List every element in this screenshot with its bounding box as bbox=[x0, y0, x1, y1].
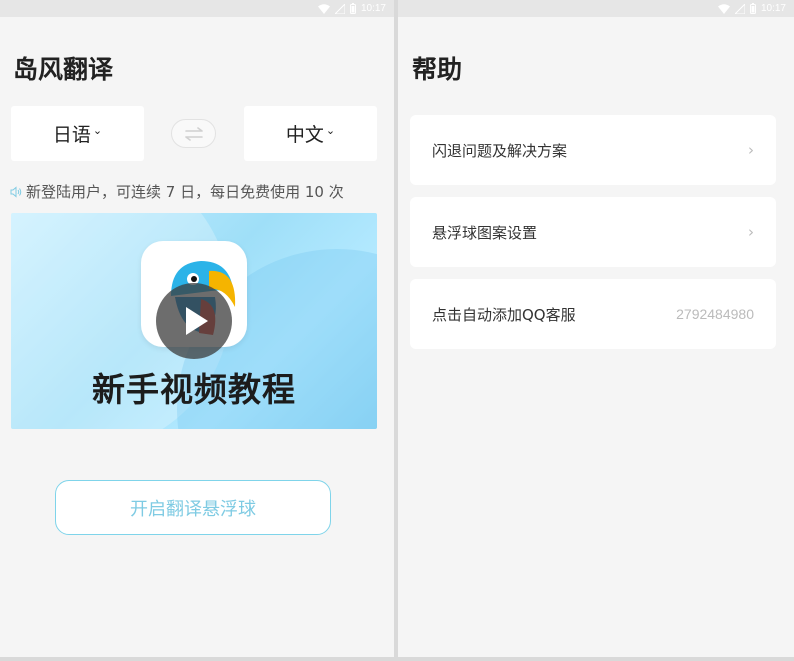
free-usage-notice: 新登陆用户，可连续 7 日，每日免费使用 10 次 bbox=[10, 181, 344, 202]
bottom-edge bbox=[0, 657, 794, 661]
help-screen: 10:17 帮助 闪退问题及解决方案 › 悬浮球图案设置 › 点击自动添加QQ客… bbox=[398, 0, 794, 657]
target-language-select[interactable]: 中文 ⌄ bbox=[244, 106, 377, 161]
page-title: 岛风翻译 bbox=[13, 55, 114, 84]
battery-icon bbox=[749, 3, 756, 14]
source-language-select[interactable]: 日语 ⌄ bbox=[11, 106, 144, 161]
help-item-label: 闪退问题及解决方案 bbox=[432, 141, 568, 160]
chevron-right-icon: › bbox=[748, 141, 754, 159]
enable-float-ball-button[interactable]: 开启翻译悬浮球 bbox=[55, 480, 331, 535]
qq-number: 2792484980 bbox=[676, 306, 754, 322]
battery-icon bbox=[349, 3, 356, 14]
notice-text: 新登陆用户，可连续 7 日，每日免费使用 10 次 bbox=[26, 183, 344, 201]
chevron-right-icon: › bbox=[748, 223, 754, 241]
play-video-button[interactable] bbox=[156, 283, 232, 359]
help-item-crash-solutions[interactable]: 闪退问题及解决方案 › bbox=[410, 115, 776, 185]
wifi-icon bbox=[717, 3, 730, 14]
banner-title: 新手视频教程 bbox=[92, 370, 296, 409]
chevron-down-icon: ⌄ bbox=[325, 124, 336, 137]
status-time: 10:17 bbox=[360, 3, 386, 14]
wifi-icon bbox=[317, 3, 330, 14]
help-item-label: 悬浮球图案设置 bbox=[432, 223, 538, 242]
status-bar: 10:17 bbox=[398, 0, 794, 17]
swap-languages-button[interactable] bbox=[171, 119, 216, 148]
source-language-label: 日语 bbox=[52, 124, 91, 146]
status-time: 10:17 bbox=[760, 3, 786, 14]
help-item-float-ball-pattern[interactable]: 悬浮球图案设置 › bbox=[410, 197, 776, 267]
speaker-icon bbox=[10, 185, 22, 198]
help-item-add-qq-support[interactable]: 点击自动添加QQ客服 2792484980 bbox=[410, 279, 776, 349]
target-language-label: 中文 bbox=[285, 124, 324, 146]
help-item-label: 点击自动添加QQ客服 bbox=[432, 305, 576, 324]
video-tutorial-banner[interactable]: 新手视频教程 bbox=[11, 213, 377, 429]
translate-screen: 10:17 岛风翻译 日语 ⌄ 中文 ⌄ 新登陆用户，可连续 7 日，每日免费使… bbox=[0, 0, 394, 657]
page-title: 帮助 bbox=[412, 55, 463, 84]
play-icon bbox=[186, 307, 208, 335]
status-bar: 10:17 bbox=[0, 0, 394, 17]
swap-icon bbox=[184, 126, 203, 141]
signal-icon bbox=[334, 3, 345, 14]
signal-icon bbox=[734, 3, 745, 14]
chevron-down-icon: ⌄ bbox=[92, 124, 103, 137]
